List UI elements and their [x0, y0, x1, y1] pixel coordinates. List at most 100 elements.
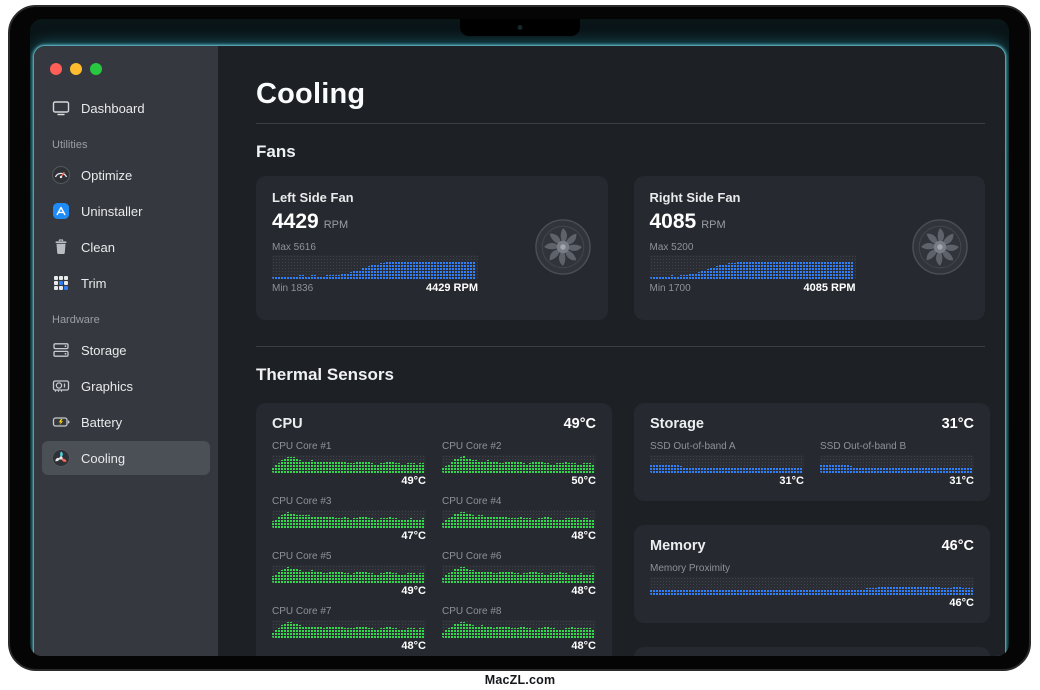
sensor-chart: SSD Out-of-band B 31°C	[820, 441, 974, 487]
fans-section: Left Side Fan4429RPMMax 5616Min 18364429…	[256, 176, 985, 320]
thermal-sensors-heading: Thermal Sensors	[256, 365, 985, 385]
fan-card: Right Side Fan4085RPMMax 5200Min 1700408…	[634, 176, 986, 320]
fan-min-label: Min 1700	[650, 283, 691, 294]
fan-icon	[911, 218, 969, 276]
sidebar-item-trim[interactable]: Trim	[42, 266, 210, 300]
sensor-card-header: Memory 46°C	[650, 538, 974, 554]
sensor-history-chart	[442, 565, 596, 583]
sensor-chart-label: CPU Core #5	[272, 551, 426, 562]
sensor-chart-temperature: 48°C	[442, 640, 596, 652]
sensor-history-chart	[442, 510, 596, 528]
camera-icon	[517, 25, 522, 30]
sensor-chart: CPU Core #748°C	[272, 606, 426, 652]
sidebar-item-label: Cooling	[81, 451, 125, 466]
sensor-chart-label: CPU Core #1	[272, 441, 426, 452]
sidebar-item-label: Trim	[81, 276, 107, 291]
sidebar-item-battery[interactable]: Battery	[42, 405, 210, 439]
fan-history-chart	[650, 255, 856, 279]
sensor-chart-label: CPU Core #7	[272, 606, 426, 617]
sensor-chart-label: CPU Core #4	[442, 496, 596, 507]
sensor-card-header: Storage31°C	[650, 416, 974, 432]
sensor-chart-temperature: 31°C	[820, 475, 974, 487]
sensor-chart: CPU Core #347°C	[272, 496, 426, 542]
sidebar-item-uninstaller[interactable]: Uninstaller	[42, 194, 210, 228]
sensor-history-chart	[272, 510, 426, 528]
sidebar-section-label: Utilities	[34, 127, 218, 156]
sensor-history-chart	[272, 620, 426, 638]
sensor-name: Storage	[650, 416, 704, 432]
sidebar-item-storage[interactable]: Storage	[42, 333, 210, 367]
fan-current-label: 4085 RPM	[804, 282, 856, 294]
sensor-card-storage: Storage31°CSSD Out-of-band A31°CSSD Out-…	[634, 403, 990, 501]
fan-rpm-value: 4085	[650, 210, 697, 233]
sensor-name: Memory	[650, 538, 706, 554]
sensor-card-cpu: CPU 49°C CPU Core #1 49°C CPU Core #2 50°C CPU…	[256, 403, 612, 656]
sensor-chart-label: Memory Proximity	[650, 563, 974, 574]
sidebar-item-cooling[interactable]: Cooling	[42, 441, 210, 475]
laptop-frame: DashboardUtilities Optimize Uninstaller Cle…	[8, 5, 1031, 671]
divider	[256, 123, 985, 124]
sensor-card-memory: Memory 46°C Memory Proximity 46°C	[634, 525, 990, 623]
sensor-chart-label: CPU Core #8	[442, 606, 596, 617]
fan-min-label: Min 1836	[272, 283, 313, 294]
close-button[interactable]	[50, 63, 62, 75]
sensor-name: CPU	[272, 416, 303, 432]
sidebar-item-clean[interactable]: Clean	[42, 230, 210, 264]
sensor-history-chart	[442, 455, 596, 473]
sidebar-item-label: Storage	[81, 343, 127, 358]
sensor-chart-temperature: 49°C	[272, 585, 426, 597]
watermark: MacZL.com	[0, 673, 1040, 687]
fan-rpm-unit: RPM	[701, 219, 725, 231]
sensor-chart-temperature: 47°C	[272, 530, 426, 542]
divider	[256, 346, 985, 347]
sidebar-item-label: Clean	[81, 240, 115, 255]
fan-chart-footer: Min 1836 4429 RPM	[272, 282, 478, 294]
window-controls	[34, 46, 218, 75]
sensor-chart-temperature: 31°C	[650, 475, 804, 487]
sidebar-item-label: Graphics	[81, 379, 133, 394]
fan-card: Left Side Fan4429RPMMax 5616Min 18364429…	[256, 176, 608, 320]
sensor-chart-temperature: 46°C	[650, 597, 974, 609]
sensor-chart: CPU Core #8 48°C	[442, 606, 596, 652]
storage-drive-icon	[51, 340, 71, 360]
speedometer-icon	[51, 165, 71, 185]
fan-current-label: 4429 RPM	[426, 282, 478, 294]
main-content: Cooling Fans Left Side Fan4429RPMMax 561…	[218, 46, 1005, 656]
thermal-sensors-section: CPU 49°C CPU Core #1 49°C CPU Core #2 50°C CPU…	[256, 403, 985, 656]
sidebar-item-graphics[interactable]: Graphics	[42, 369, 210, 403]
sensor-chart-label: CPU Core #2	[442, 441, 596, 452]
sensor-chart: SSD Out-of-band A 31°C	[650, 441, 804, 487]
sensor-column-right: Storage31°CSSD Out-of-band A31°CSSD Out-…	[634, 403, 990, 656]
fan-name: Right Side Fan	[650, 190, 970, 205]
sensor-temperature: 49°C	[564, 416, 596, 432]
sensor-history-chart	[272, 455, 426, 473]
sidebar-item-label: Optimize	[81, 168, 132, 183]
sensor-chart-temperature: 49°C	[272, 475, 426, 487]
sidebar-item-optimize[interactable]: Optimize	[42, 158, 210, 192]
sensor-chart: CPU Core #648°C	[442, 551, 596, 597]
sensor-column-left: CPU 49°C CPU Core #1 49°C CPU Core #2 50°C CPU…	[256, 403, 612, 656]
sidebar-item-label: Uninstaller	[81, 204, 142, 219]
sensor-chart-label: CPU Core #6	[442, 551, 596, 562]
sensor-history-chart	[650, 577, 974, 595]
display-icon	[51, 98, 71, 118]
sidebar-item-dashboard[interactable]: Dashboard	[42, 91, 210, 125]
fan-icon	[51, 448, 71, 468]
zoom-button[interactable]	[90, 63, 102, 75]
sensor-history-chart	[820, 455, 974, 473]
sidebar-item-label: Battery	[81, 415, 122, 430]
sensor-temperature: 46°C	[942, 538, 974, 554]
sensor-chart-grid: Memory Proximity 46°C	[650, 563, 974, 609]
sensor-card-palm-rest: Palm Rest34°C	[634, 647, 990, 656]
sensor-chart-label: SSD Out-of-band B	[820, 441, 974, 452]
sensor-chart: CPU Core #5 49°C	[272, 551, 426, 597]
fan-chart-footer: Min 1700 4085 RPM	[650, 282, 856, 294]
sensor-history-chart	[442, 620, 596, 638]
sensor-chart-label: SSD Out-of-band A	[650, 441, 804, 452]
sensor-history-chart	[650, 455, 804, 473]
sensor-card-header: CPU 49°C	[272, 416, 596, 432]
fans-heading: Fans	[256, 142, 985, 162]
sensor-chart-temperature: 50°C	[442, 475, 596, 487]
minimize-button[interactable]	[70, 63, 82, 75]
sensor-chart-grid: SSD Out-of-band A 31°C SSD Out-of-band B 31…	[650, 441, 974, 487]
